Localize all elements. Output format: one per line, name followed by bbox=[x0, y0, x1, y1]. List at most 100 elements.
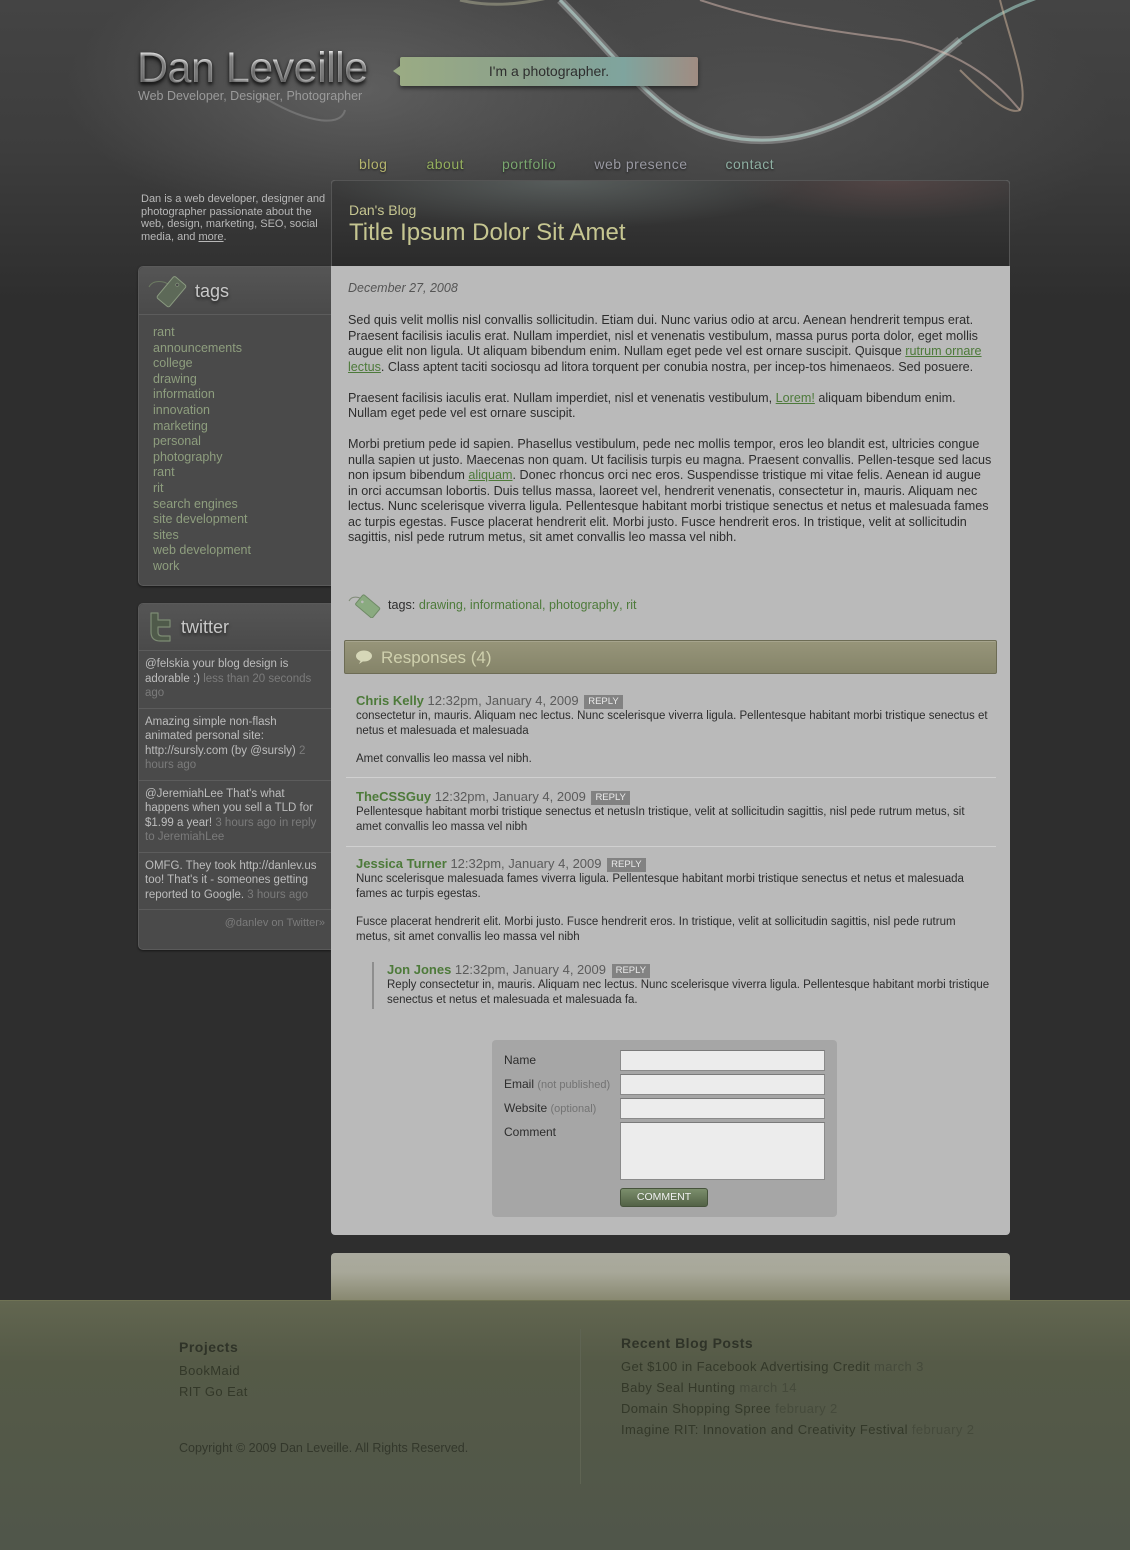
recent-post-date: march 3 bbox=[874, 1359, 924, 1374]
twitter-profile-link[interactable]: @danlev on Twitter» bbox=[139, 910, 331, 936]
comment-text: Fusce placerat hendrerit elit. Morbi jus… bbox=[356, 916, 956, 943]
footer-projects: Projects BookMaid RIT Go Eat bbox=[179, 1339, 248, 1402]
label-text: Website bbox=[504, 1101, 548, 1115]
post-paragraph: Morbi pretium pede id sapien. Phasellus … bbox=[348, 437, 992, 546]
post-tag-link[interactable]: photography bbox=[549, 598, 619, 612]
inline-link[interactable]: Lorem! bbox=[776, 391, 815, 405]
tags-widget-title: tags bbox=[195, 281, 230, 301]
comment-time: 12:32pm, January 4, 2009 bbox=[450, 856, 602, 871]
email-label: Email (not published) bbox=[504, 1077, 610, 1091]
inline-link[interactable]: aliquam bbox=[468, 468, 512, 482]
main-content: Dan's Blog Title Ipsum Dolor Sit Amet De… bbox=[331, 180, 1010, 1235]
sidebar-intro: Dan is a web developer, designer and pho… bbox=[141, 193, 326, 243]
label-text: Email bbox=[504, 1077, 535, 1091]
twitter-widget-header: twitter bbox=[139, 604, 331, 651]
post-tag-link[interactable]: rit bbox=[626, 598, 637, 612]
comment-text: Nunc scelerisque malesuada fames viverra… bbox=[356, 873, 964, 900]
nav-portfolio[interactable]: portfolio bbox=[502, 156, 556, 172]
twitter-logo-icon bbox=[150, 612, 171, 642]
nav-blog[interactable]: blog bbox=[359, 156, 387, 172]
post-paragraph: Sed quis velit mollis nisl convallis sol… bbox=[348, 313, 992, 375]
post-body: Sed quis velit mollis nisl convallis sol… bbox=[348, 313, 992, 561]
tag-link[interactable]: search engines bbox=[153, 497, 331, 513]
footer: Projects BookMaid RIT Go Eat Copyright ©… bbox=[0, 1300, 1130, 1550]
comment-author[interactable]: Jessica Turner bbox=[356, 856, 447, 871]
recent-post-item: Get $100 in Facebook Advertising Credit … bbox=[621, 1356, 974, 1377]
tweet-time[interactable]: 3 hours ago bbox=[247, 889, 308, 901]
website-label: Website (optional) bbox=[504, 1101, 596, 1115]
tweet-text: Amazing simple non-flash animated person… bbox=[145, 715, 299, 757]
blog-label[interactable]: Dan's Blog bbox=[349, 202, 416, 218]
post-header: Dan's Blog Title Ipsum Dolor Sit Amet bbox=[331, 180, 1010, 266]
label-hint: (not published) bbox=[537, 1079, 611, 1091]
project-link[interactable]: BookMaid bbox=[179, 1360, 248, 1381]
tag-link[interactable]: announcements bbox=[153, 341, 331, 357]
tag-link[interactable]: rant bbox=[153, 465, 331, 481]
post-tag-link[interactable]: drawing bbox=[419, 598, 463, 612]
tweet: OMFG. They took http://danlev.us too! Th… bbox=[139, 853, 331, 910]
tag-link[interactable]: innovation bbox=[153, 403, 331, 419]
footer-recent-posts: Recent Blog Posts Get $100 in Facebook A… bbox=[621, 1335, 974, 1440]
post-title[interactable]: Title Ipsum Dolor Sit Amet bbox=[349, 219, 626, 247]
reply-button[interactable]: REPLY bbox=[611, 964, 651, 978]
comment-author[interactable]: TheCSSGuy bbox=[356, 789, 431, 804]
recent-post-date: march 14 bbox=[739, 1380, 797, 1395]
comment-author[interactable]: Jon Jones bbox=[387, 962, 451, 977]
twitter-widget: twitter @felskia your blog design is ado… bbox=[138, 603, 331, 950]
tag-link[interactable]: photography bbox=[153, 450, 331, 466]
tag-link[interactable]: rit bbox=[153, 481, 331, 497]
recent-post-link[interactable]: Baby Seal Hunting bbox=[621, 1380, 735, 1395]
comment-text: Amet convallis leo massa vel nibh. bbox=[356, 753, 532, 765]
post-tag-link[interactable]: informational bbox=[470, 598, 542, 612]
comment-time: 12:32pm, January 4, 2009 bbox=[434, 789, 586, 804]
intro-end: . bbox=[223, 230, 227, 243]
reply-button[interactable]: REPLY bbox=[584, 695, 623, 709]
comment-textarea[interactable] bbox=[620, 1122, 825, 1180]
comment-divider bbox=[346, 777, 996, 778]
tag-link[interactable]: rant bbox=[153, 325, 331, 341]
reply-button[interactable]: REPLY bbox=[607, 858, 646, 872]
intro-more-link[interactable]: more bbox=[198, 231, 223, 243]
recent-post-item: Domain Shopping Spree february 2 bbox=[621, 1398, 974, 1419]
name-input[interactable] bbox=[620, 1050, 825, 1071]
nav-web-presence[interactable]: web presence bbox=[594, 156, 687, 172]
comment-time: 12:32pm, January 4, 2009 bbox=[454, 962, 606, 977]
recent-post-link[interactable]: Domain Shopping Spree bbox=[621, 1401, 771, 1416]
tag-link[interactable]: personal bbox=[153, 434, 331, 450]
label-text: Name bbox=[504, 1053, 537, 1067]
post-paragraph: Praesent facilisis iaculis erat. Nullam … bbox=[348, 391, 992, 422]
tags-widget: tags rant announcements college drawing … bbox=[138, 266, 331, 586]
email-input[interactable] bbox=[620, 1074, 825, 1095]
main-nav: blog about portfolio web presence contac… bbox=[359, 156, 812, 172]
twitter-widget-title: twitter bbox=[181, 617, 230, 637]
comment-meta: Jessica Turner 12:32pm, January 4, 2009 … bbox=[356, 856, 992, 872]
tag-link[interactable]: drawing bbox=[153, 372, 331, 388]
tag-link[interactable]: college bbox=[153, 356, 331, 372]
recent-post-link[interactable]: Imagine RIT: Innovation and Creativity F… bbox=[621, 1422, 908, 1437]
project-link[interactable]: RIT Go Eat bbox=[179, 1381, 248, 1402]
tag-link[interactable]: information bbox=[153, 387, 331, 403]
tag-link[interactable]: marketing bbox=[153, 419, 331, 435]
comment-label: Comment bbox=[504, 1125, 556, 1139]
comment-text: Pellentesque habitant morbi tristique se… bbox=[356, 806, 965, 833]
speech-bubble: I'm a photographer. bbox=[393, 57, 698, 86]
recent-post-link[interactable]: Get $100 in Facebook Advertising Credit bbox=[621, 1359, 870, 1374]
tag-link[interactable]: web development bbox=[153, 543, 331, 559]
recent-post-date: february 2 bbox=[911, 1422, 975, 1437]
nav-about[interactable]: about bbox=[426, 156, 464, 172]
nav-contact[interactable]: contact bbox=[726, 156, 775, 172]
comment-text: consectetur in, mauris. Aliquam nec lect… bbox=[356, 710, 988, 737]
comment-reply: Jon Jones 12:32pm, January 4, 2009 REPLY… bbox=[372, 962, 994, 1009]
comment-meta: Chris Kelly 12:32pm, January 4, 2009 REP… bbox=[356, 693, 992, 709]
tag-link[interactable]: work bbox=[153, 559, 331, 575]
reply-button[interactable]: REPLY bbox=[591, 791, 630, 805]
tag-link[interactable]: site development bbox=[153, 512, 331, 528]
comment-submit-button[interactable]: COMMENT bbox=[620, 1188, 708, 1207]
comment-form: Name Email (not published) Website (opti… bbox=[492, 1040, 837, 1217]
site-logo[interactable]: Dan Leveille bbox=[137, 44, 368, 93]
website-input[interactable] bbox=[620, 1098, 825, 1119]
tag-link[interactable]: sites bbox=[153, 528, 331, 544]
tags-widget-header: tags bbox=[139, 267, 331, 315]
comment-meta: Jon Jones 12:32pm, January 4, 2009 REPLY bbox=[387, 962, 994, 978]
comment-author[interactable]: Chris Kelly bbox=[356, 693, 424, 708]
